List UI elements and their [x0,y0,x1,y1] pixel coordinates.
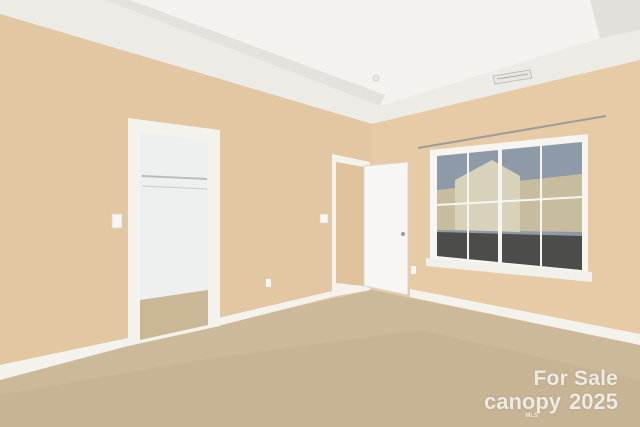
smoke-detector [372,74,380,82]
watermark-for-sale: For Sale [533,367,618,390]
light-switch-icon [111,213,123,229]
listing-watermark: For Sale canopy 2025 MLS [484,367,618,419]
door-knob [401,232,405,236]
room-illustration [0,0,640,427]
watermark-brand: canopy [484,389,562,414]
hall-door [363,161,409,296]
watermark-mls: MLS [525,413,538,419]
watermark-year: 2025 [569,389,618,414]
watermark-brand-year: canopy 2025 [484,389,618,415]
outlet-icon [266,279,271,287]
walk-in-closet [140,132,208,302]
hallway [336,162,364,286]
room-photo: For Sale canopy 2025 MLS [0,0,640,427]
